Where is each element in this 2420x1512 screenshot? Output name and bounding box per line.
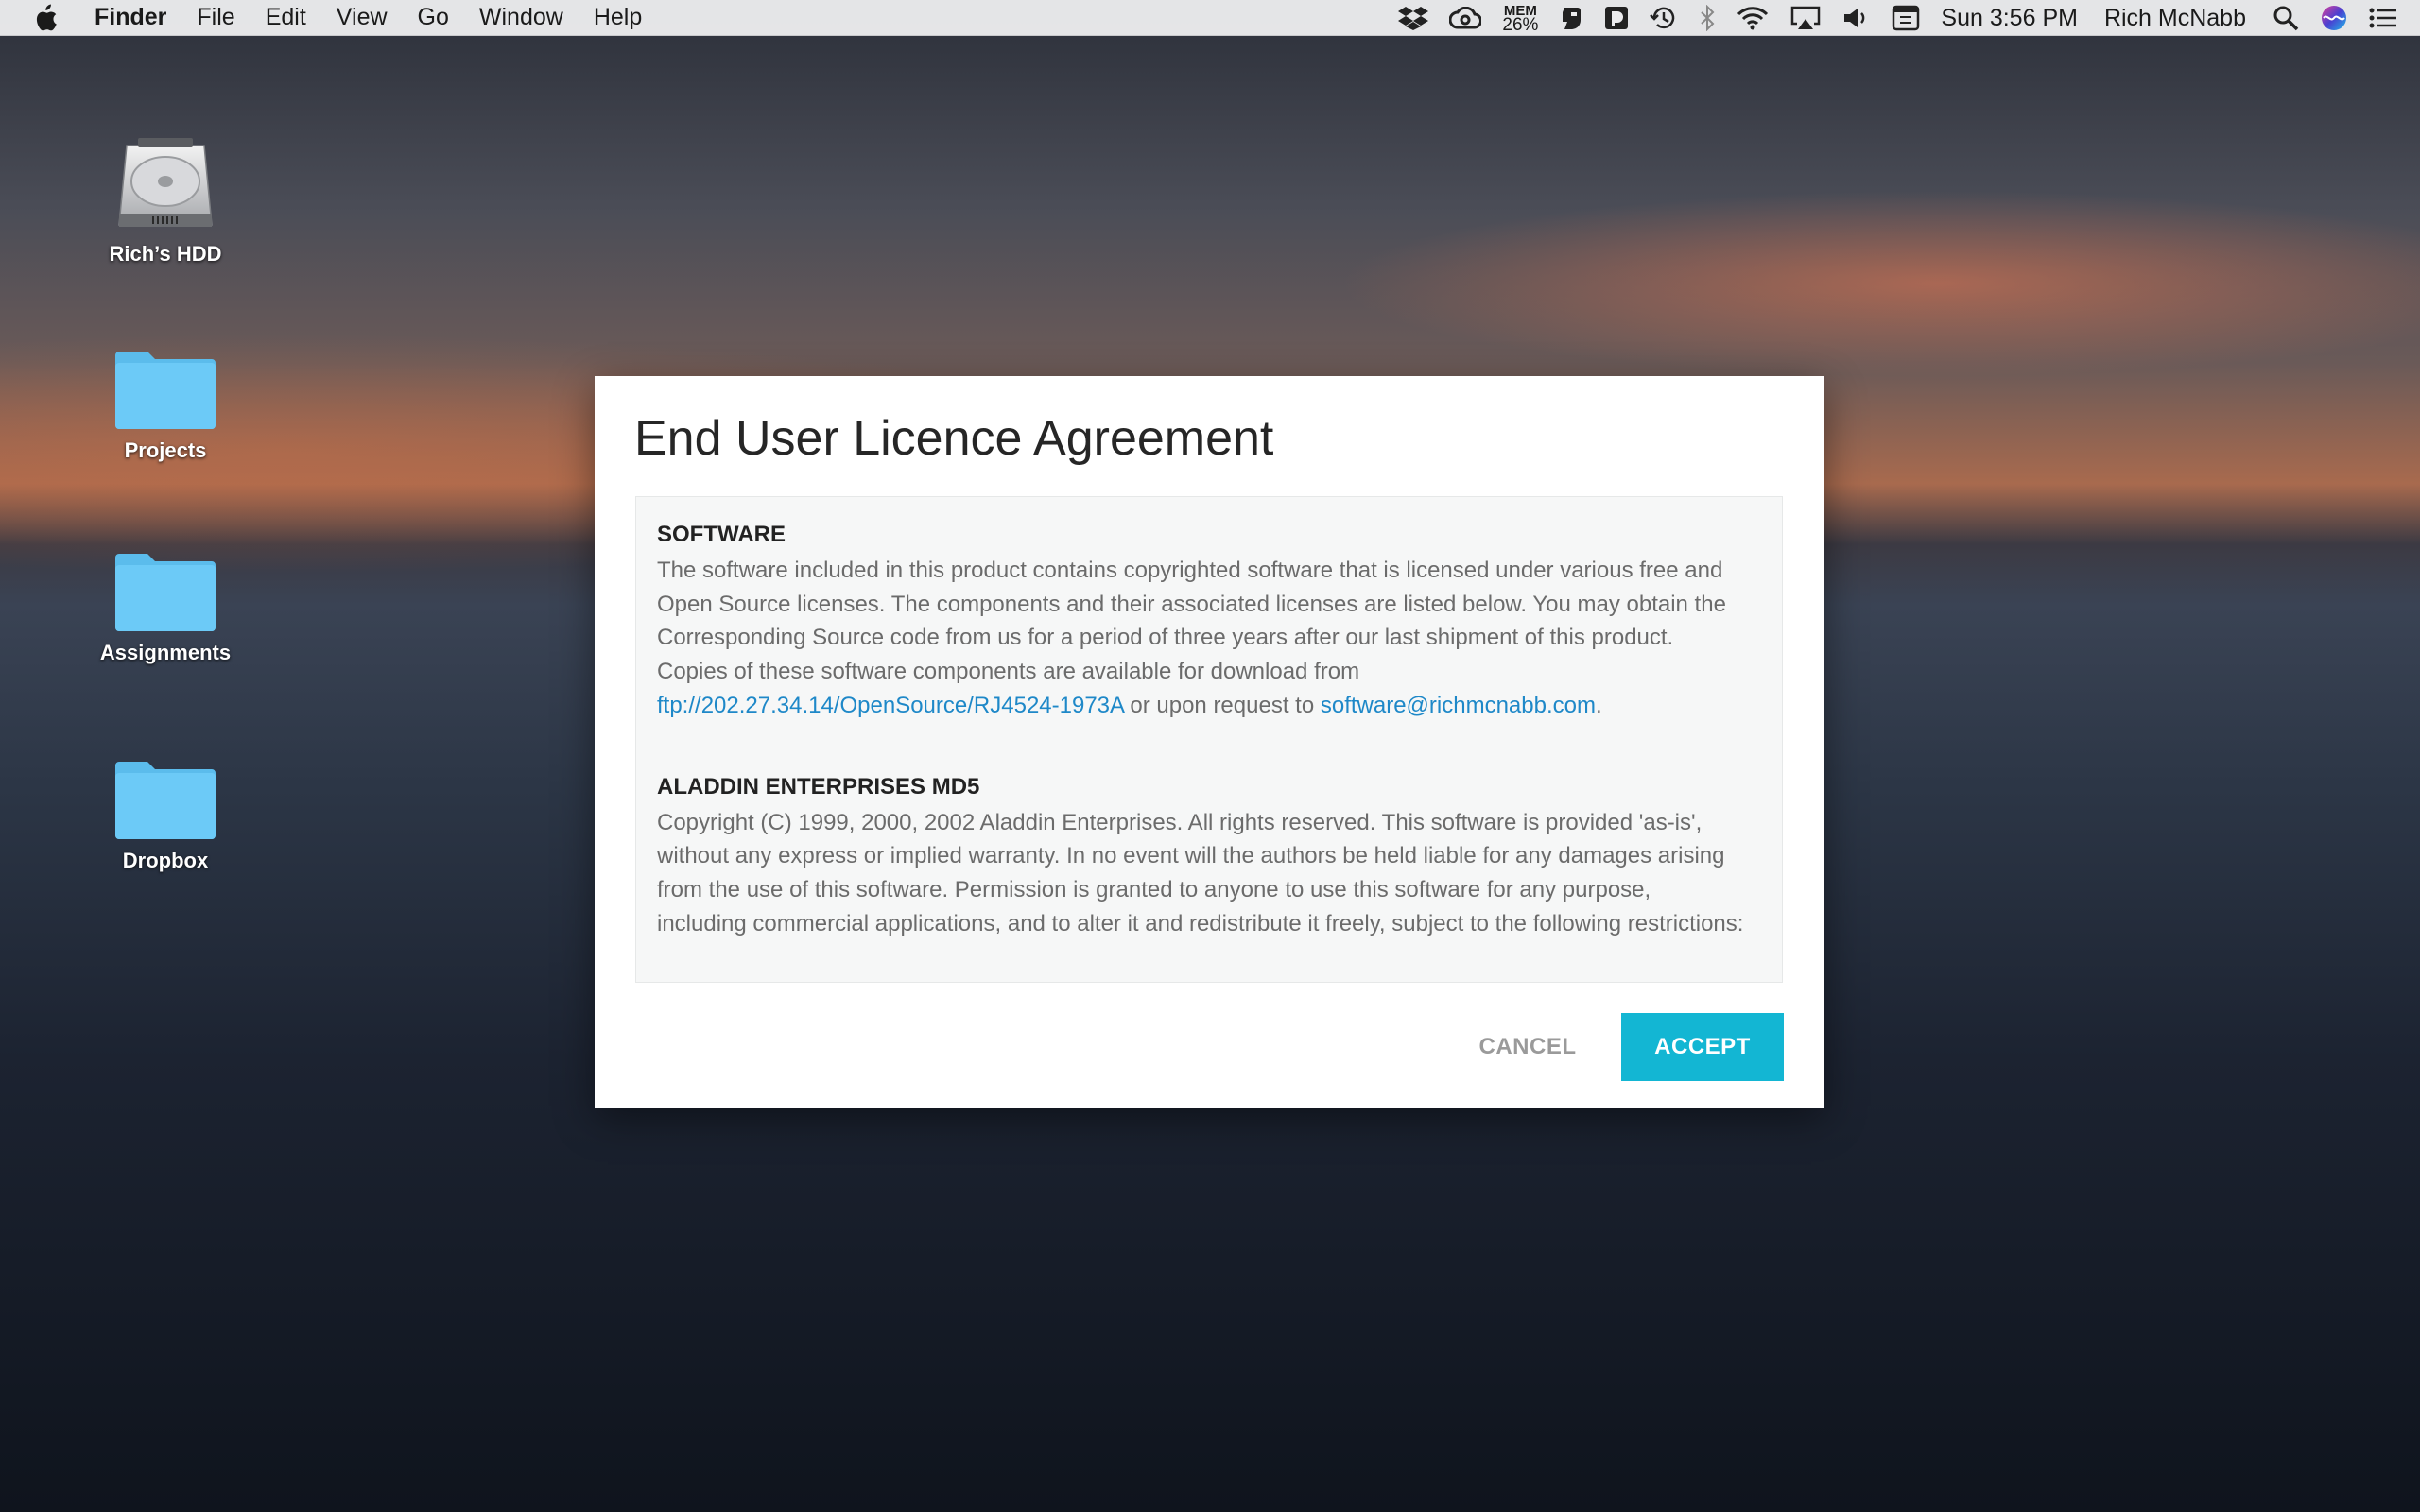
wifi-icon[interactable]	[1737, 0, 1769, 36]
desktop-item-label: Projects	[124, 438, 207, 462]
accept-button[interactable]: ACCEPT	[1621, 1013, 1784, 1081]
section-text: or upon request to	[1123, 692, 1321, 718]
menu-bar: Finder File Edit View Go Window Help MEM…	[0, 0, 2420, 36]
menu-file[interactable]: File	[197, 4, 234, 31]
bartender-icon[interactable]	[1604, 0, 1629, 36]
dialog-title: End User Licence Agreement	[634, 411, 1274, 466]
cancel-button[interactable]: CANCEL	[1457, 1013, 1599, 1081]
dropbox-icon[interactable]	[1398, 0, 1429, 36]
desktop-item-hdd[interactable]: Rich’s HDD	[80, 132, 251, 266]
section-body-software: The software included in this product co…	[657, 554, 1744, 723]
licence-text-box[interactable]: SOFTWARE The software included in this p…	[635, 496, 1783, 983]
software-email-link[interactable]: software@richmcnabb.com	[1321, 693, 1596, 718]
folder-icon	[115, 554, 216, 631]
menu-window[interactable]: Window	[479, 4, 563, 31]
apple-menu-icon[interactable]	[32, 4, 59, 32]
spotlight-search-icon[interactable]	[2273, 0, 2299, 36]
menu-user-name[interactable]: Rich McNabb	[2104, 5, 2246, 32]
memory-monitor-icon[interactable]: MEM 26%	[1502, 0, 1538, 36]
creative-cloud-icon[interactable]	[1449, 0, 1482, 36]
licence-text-content: SOFTWARE The software included in this p…	[657, 522, 1744, 982]
desktop-item-label: Assignments	[99, 641, 232, 664]
section-text: The software included in this product co…	[657, 558, 1726, 685]
desktop-item-assignments[interactable]: Assignments	[80, 550, 251, 665]
hard-drive-icon	[118, 138, 213, 227]
folder-icon	[115, 352, 216, 429]
volume-icon[interactable]	[1842, 0, 1871, 36]
menu-go[interactable]: Go	[418, 4, 449, 31]
time-machine-icon[interactable]	[1650, 0, 1678, 36]
opensource-ftp-link[interactable]: ftp://202.27.34.14/OpenSource/RJ4524-197…	[657, 693, 1124, 718]
siri-icon[interactable]	[2320, 0, 2348, 36]
eula-dialog: End User Licence Agreement SOFTWARE The …	[595, 376, 1824, 1108]
desktop-item-dropbox[interactable]: Dropbox	[80, 758, 251, 873]
bluetooth-icon[interactable]	[1699, 0, 1716, 36]
airplay-icon[interactable]	[1789, 0, 1822, 36]
section-body-aladdin: Copyright (C) 1999, 2000, 2002 Aladdin E…	[657, 809, 1744, 936]
menu-edit[interactable]: Edit	[266, 4, 306, 31]
keyboard-input-icon[interactable]	[1892, 0, 1920, 36]
section-title-software: SOFTWARE	[657, 522, 786, 547]
menu-view[interactable]: View	[337, 4, 388, 31]
desktop-item-projects[interactable]: Projects	[80, 348, 251, 463]
desktop-item-label: Dropbox	[122, 849, 209, 872]
menu-app-name[interactable]: Finder	[95, 4, 166, 31]
section-title-aladdin: ALADDIN ENTERPRISES MD5	[657, 773, 980, 799]
evernote-icon[interactable]	[1559, 0, 1583, 36]
menu-help[interactable]: Help	[594, 4, 642, 31]
mem-value: 26%	[1502, 15, 1539, 35]
notification-center-icon[interactable]	[2369, 0, 2397, 36]
desktop-item-label: Rich’s HDD	[109, 242, 222, 266]
section-text: .	[1595, 692, 1602, 718]
folder-icon	[115, 762, 216, 839]
menu-clock[interactable]: Sun 3:56 PM	[1941, 5, 2078, 32]
